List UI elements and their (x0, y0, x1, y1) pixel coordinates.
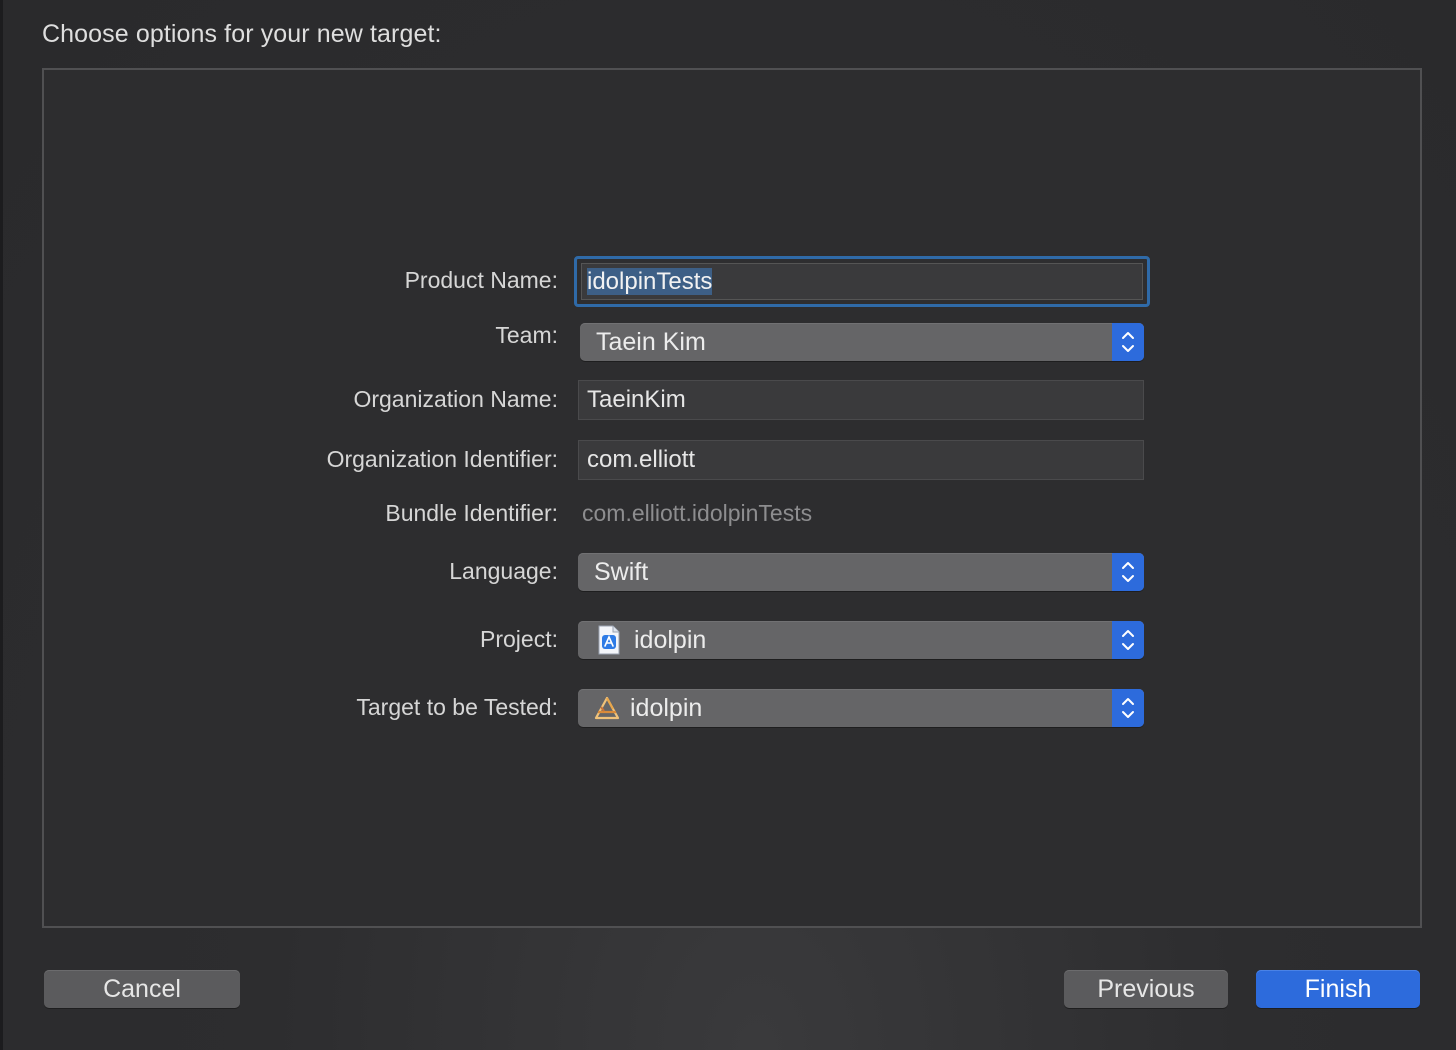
previous-button[interactable]: Previous (1064, 970, 1228, 1008)
chevron-up-down-icon (1122, 630, 1134, 650)
team-value: Taein Kim (596, 328, 706, 356)
chevron-up-down-icon (1122, 698, 1134, 718)
organization-identifier-label: Organization Identifier: (326, 446, 558, 472)
organization-name-label: Organization Name: (353, 386, 558, 412)
window-edge (0, 0, 3, 1050)
target-to-be-tested-label: Target to be Tested: (356, 694, 558, 720)
app-target-icon (592, 693, 622, 723)
team-popup[interactable]: Taein Kim (580, 323, 1144, 361)
new-target-options-sheet: Choose options for your new target: Prod… (0, 0, 1456, 1050)
product-name-label: Product Name: (404, 267, 558, 293)
product-name-input[interactable]: idolpinTests (581, 263, 1143, 300)
team-label: Team: (495, 322, 558, 348)
target-to-be-tested-popup[interactable]: idolpin (578, 689, 1144, 727)
project-popup-stepper[interactable] (1112, 621, 1144, 659)
language-label: Language: (449, 558, 558, 584)
organization-identifier-field[interactable]: com.elliott (578, 440, 1144, 480)
organization-identifier-value: com.elliott (587, 446, 696, 473)
target-to-be-tested-value: idolpin (630, 694, 703, 722)
organization-name-value: TaeinKim (587, 386, 686, 413)
language-popup[interactable]: Swift (578, 553, 1144, 591)
organization-name-field[interactable]: TaeinKim (578, 380, 1144, 420)
team-popup-stepper[interactable] (1112, 323, 1144, 361)
project-popup[interactable]: idolpin (578, 621, 1144, 659)
bundle-identifier-label: Bundle Identifier: (385, 500, 558, 526)
product-name-field[interactable]: idolpinTests (574, 256, 1150, 307)
chevron-up-down-icon (1122, 332, 1134, 352)
project-value: idolpin (634, 626, 707, 654)
product-name-value: idolpinTests (587, 268, 713, 295)
language-popup-stepper[interactable] (1112, 553, 1144, 591)
xcode-project-file-icon (596, 625, 626, 655)
cancel-button[interactable]: Cancel (44, 970, 240, 1008)
target-to-be-tested-popup-stepper[interactable] (1112, 689, 1144, 727)
sheet-heading: Choose options for your new target: (42, 20, 442, 48)
bundle-identifier-value: com.elliott.idolpinTests (582, 500, 813, 526)
finish-button[interactable]: Finish (1256, 970, 1420, 1008)
project-label: Project: (480, 626, 558, 652)
language-value: Swift (594, 558, 649, 586)
chevron-up-down-icon (1122, 562, 1134, 582)
options-panel (42, 68, 1422, 928)
